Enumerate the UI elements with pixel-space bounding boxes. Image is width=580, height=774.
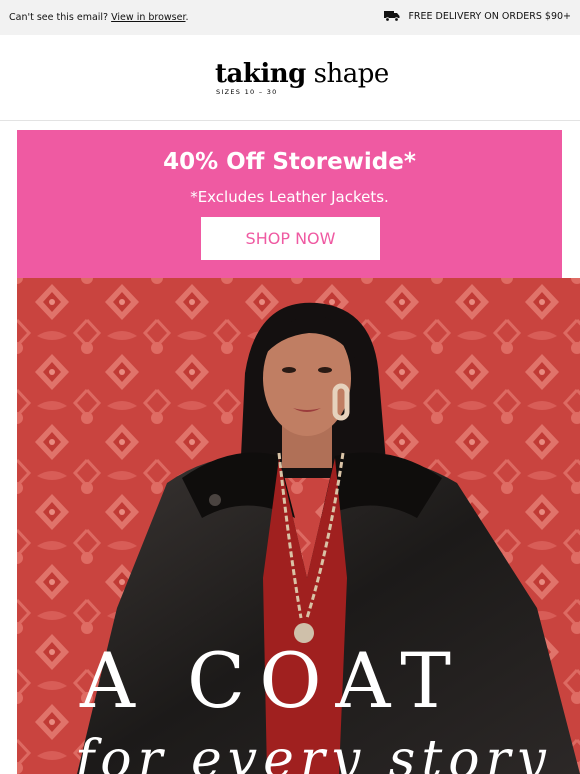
- preheader-left: Can't see this email? View in browser.: [9, 12, 189, 23]
- brand-logo[interactable]: taking shape SIZES 10 – 30: [215, 59, 389, 103]
- promo-subtitle: *Excludes Leather Jackets.: [190, 188, 389, 206]
- period-text: .: [185, 12, 189, 23]
- preheader-bar: Can't see this email? View in browser. F…: [0, 0, 580, 35]
- truck-icon: [384, 11, 400, 22]
- logo-part-shape: shape: [313, 59, 390, 89]
- delivery-text: FREE DELIVERY ON ORDERS $90+: [408, 10, 571, 22]
- site-header: taking shape SIZES 10 – 30: [0, 35, 580, 121]
- hero-image[interactable]: A COAT for every story: [17, 278, 580, 774]
- shop-now-button[interactable]: SHOP NOW: [201, 217, 380, 260]
- delivery-notice: FREE DELIVERY ON ORDERS $90+: [384, 10, 571, 22]
- logo-part-taking: taking: [215, 59, 306, 89]
- hero-script-line: for every story: [75, 730, 552, 774]
- cant-see-text: Can't see this email?: [9, 12, 109, 23]
- view-in-browser-link[interactable]: View in browser: [111, 12, 185, 23]
- logo-sizes: SIZES 10 – 30: [216, 88, 278, 96]
- promo-title: 40% Off Storewide*: [163, 149, 416, 175]
- hero-headline: A COAT: [80, 636, 465, 725]
- promo-banner: 40% Off Storewide* *Excludes Leather Jac…: [17, 130, 562, 278]
- logo-wordmark: taking shape: [215, 59, 389, 89]
